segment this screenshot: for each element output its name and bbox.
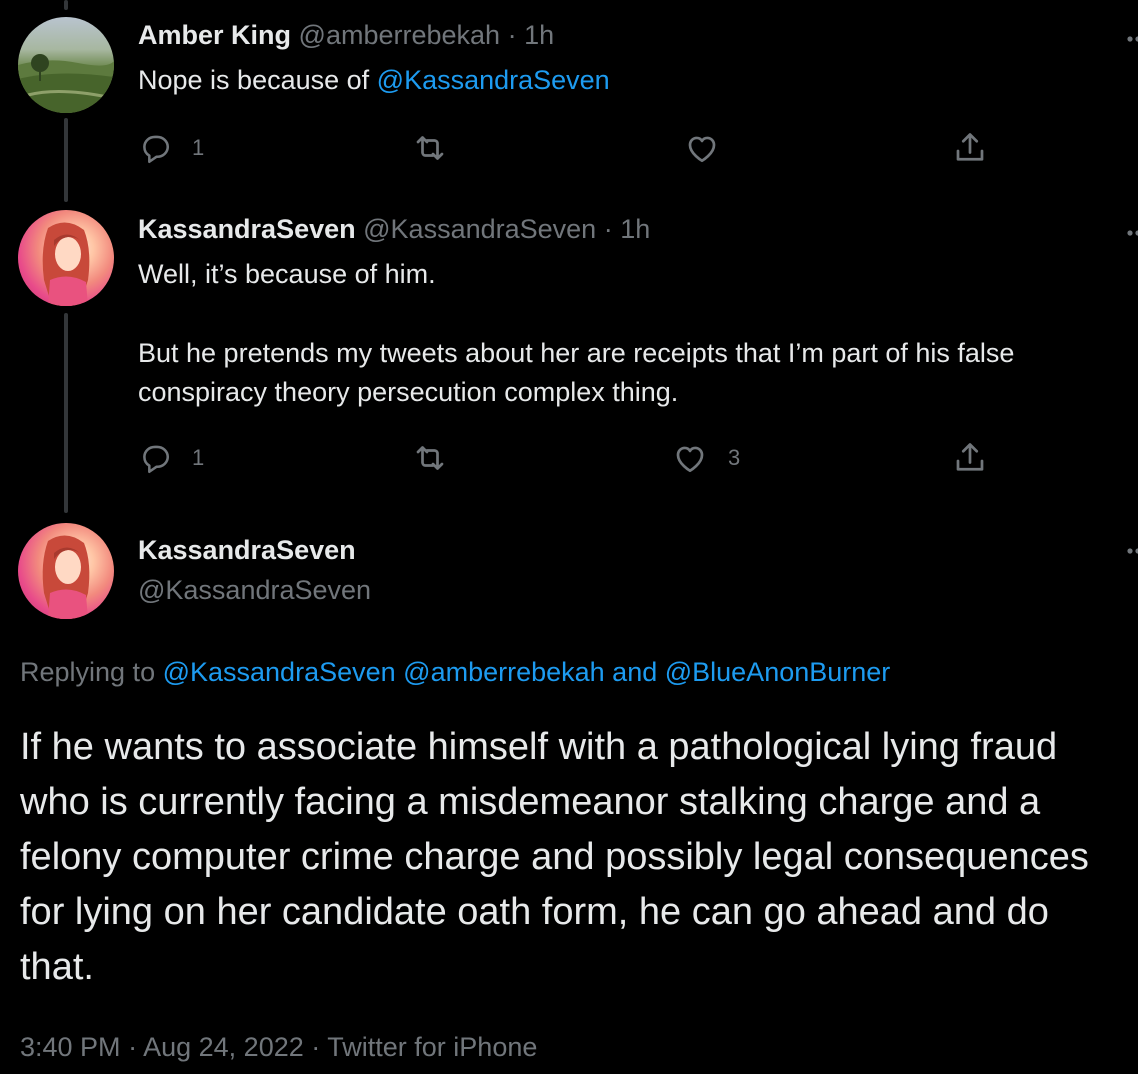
timestamp[interactable]: 1h: [620, 214, 650, 244]
mention-link[interactable]: @amberrebekah: [403, 657, 605, 687]
reply-icon: [143, 135, 170, 164]
reply-count: 1: [192, 135, 205, 160]
author-handle[interactable]: @amberrebekah: [299, 20, 501, 50]
share-button[interactable]: [952, 130, 988, 166]
author-name[interactable]: KassandraSeven: [138, 214, 356, 244]
main-tweet-text: If he wants to associate himself with a …: [20, 726, 1089, 988]
mention-link[interactable]: @KassandraSeven: [377, 65, 610, 95]
retweet-icon: [416, 136, 444, 160]
separator-dot: ·: [311, 1032, 321, 1062]
reply-button[interactable]: 1: [138, 130, 204, 166]
avatar-kassandra[interactable]: [18, 210, 114, 306]
timestamp[interactable]: 1h: [524, 20, 554, 50]
avatar-amber[interactable]: [18, 17, 114, 113]
landscape-avatar-icon: [18, 54, 114, 113]
reply-tweet-amber[interactable]: Amber King @amberrebekah · 1h Nope is be…: [0, 0, 1138, 200]
like-count: 3: [728, 445, 741, 470]
replying-label: Replying to: [20, 657, 163, 687]
share-icon: [956, 133, 984, 161]
heart-icon: [676, 446, 704, 473]
share-icon: [956, 443, 984, 471]
author-name[interactable]: Amber King: [138, 20, 291, 50]
mention-link[interactable]: @BlueAnonBurner: [665, 657, 891, 687]
retweet-button[interactable]: [412, 130, 448, 166]
reply-icon: [143, 445, 170, 474]
retweet-icon: [416, 446, 444, 470]
more-options-icon[interactable]: [1114, 228, 1138, 238]
avatar-kassandra-main[interactable]: [18, 523, 114, 619]
heart-icon: [688, 136, 716, 163]
separator-dot: ·: [603, 214, 613, 244]
tweet-text-content: Nope is because of: [138, 65, 377, 95]
reply-count: 1: [192, 445, 205, 470]
tweet-time[interactable]: 3:40 PM: [20, 1032, 121, 1062]
author-name[interactable]: KassandraSeven: [138, 533, 356, 567]
like-button[interactable]: [684, 130, 720, 166]
reply1-header: Amber King @amberrebekah · 1h: [138, 18, 554, 52]
anime-avatar-icon: [42, 222, 90, 306]
more-options-icon[interactable]: [1114, 546, 1138, 556]
separator-dot: ·: [128, 1032, 138, 1062]
replying-and: and: [604, 657, 665, 687]
more-options-icon[interactable]: [1114, 34, 1138, 44]
separator-dot: ·: [507, 20, 517, 50]
author-handle[interactable]: @KassandraSeven: [138, 573, 371, 607]
tweet-source[interactable]: Twitter for iPhone: [327, 1032, 537, 1062]
tweet-text-line2: But he pretends my tweets about her are …: [138, 338, 1015, 407]
tweet-text: Nope is because of @KassandraSeven: [138, 61, 1133, 100]
author-handle[interactable]: @KassandraSeven: [363, 214, 596, 244]
reply-button[interactable]: 1: [138, 440, 204, 476]
tweet-text-line1: Well, it’s because of him.: [138, 259, 436, 289]
tweet-meta: 3:40 PM · Aug 24, 2022 · Twitter for iPh…: [20, 1030, 537, 1064]
action-bar: 1: [138, 130, 998, 166]
replying-to: Replying to @KassandraSeven @amberrebeka…: [20, 655, 890, 689]
retweet-button[interactable]: [412, 440, 448, 476]
reply2-header: KassandraSeven @KassandraSeven · 1h: [138, 212, 650, 246]
share-button[interactable]: [952, 440, 988, 476]
anime-avatar-icon: [42, 535, 90, 619]
reply-tweet-kassandra[interactable]: KassandraSeven @KassandraSeven · 1h Well…: [0, 200, 1138, 510]
tweet-date[interactable]: Aug 24, 2022: [143, 1032, 304, 1062]
mention-link[interactable]: @KassandraSeven: [163, 657, 396, 687]
like-button[interactable]: 3: [672, 440, 740, 476]
tweet-text: Well, it’s because of him. But he preten…: [138, 255, 1133, 412]
action-bar: 1 3: [138, 440, 998, 476]
